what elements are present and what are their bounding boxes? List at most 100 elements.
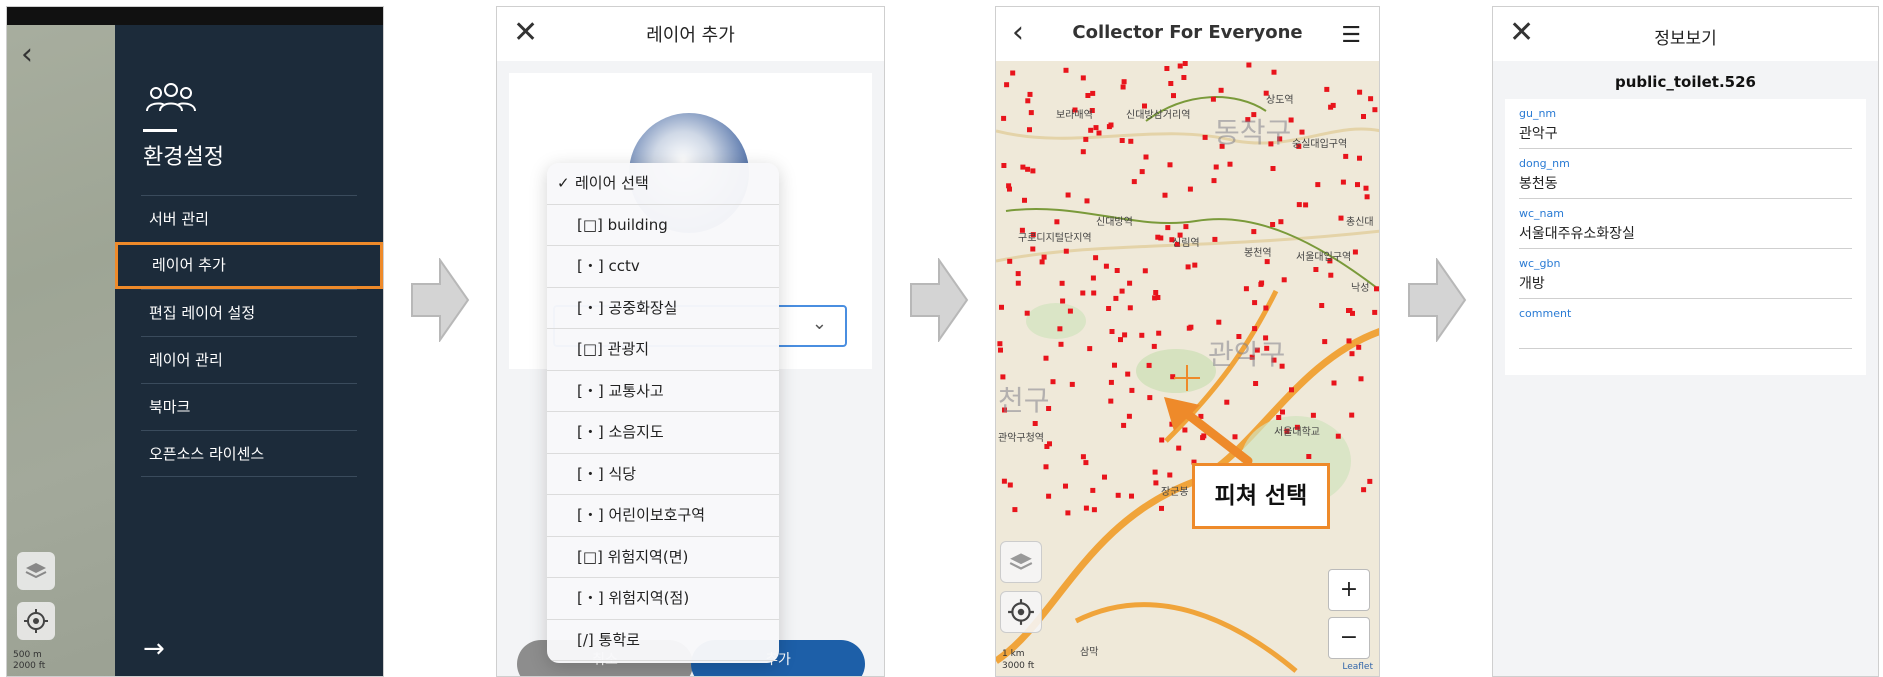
feature-marker[interactable] <box>1015 280 1021 286</box>
zoom-out-button[interactable]: − <box>1328 617 1370 659</box>
feature-marker[interactable] <box>1041 254 1047 260</box>
feature-marker[interactable] <box>1108 379 1114 385</box>
feature-marker[interactable] <box>1087 346 1093 352</box>
feature-marker[interactable] <box>1015 271 1021 277</box>
feature-marker[interactable] <box>1022 197 1027 203</box>
layers-icon[interactable] <box>1000 541 1042 583</box>
feature-marker[interactable] <box>1310 412 1316 418</box>
feature-marker[interactable] <box>1001 478 1007 484</box>
menu-item-bookmark[interactable]: 북마크 <box>141 383 357 430</box>
back-icon[interactable]: ‹ <box>21 37 33 72</box>
feature-marker[interactable] <box>1218 87 1224 93</box>
feature-marker[interactable] <box>1202 134 1208 140</box>
feature-marker[interactable] <box>1328 272 1334 278</box>
menu-item-layer-manage[interactable]: 레이어 관리 <box>141 336 357 383</box>
dropdown-option[interactable]: [・] 소음지도 <box>547 412 779 454</box>
feature-marker[interactable] <box>1355 182 1360 188</box>
feature-marker[interactable] <box>1187 186 1193 192</box>
feature-marker[interactable] <box>1030 246 1036 252</box>
feature-marker[interactable] <box>1216 319 1222 325</box>
dropdown-option[interactable]: [□] 관광지 <box>547 329 779 371</box>
feature-marker[interactable] <box>1065 192 1071 198</box>
feature-marker[interactable] <box>1281 277 1287 283</box>
feature-marker[interactable] <box>1129 493 1134 499</box>
feature-marker[interactable] <box>1289 387 1294 393</box>
feature-marker[interactable] <box>1263 305 1269 311</box>
feature-marker[interactable] <box>1102 474 1107 480</box>
feature-marker[interactable] <box>1349 412 1355 418</box>
feature-marker[interactable] <box>1349 351 1355 357</box>
feature-marker[interactable] <box>1361 487 1367 493</box>
feature-marker[interactable] <box>1027 127 1032 133</box>
feature-marker[interactable] <box>1080 454 1086 460</box>
hamburger-icon[interactable]: ☰ <box>1341 23 1361 48</box>
feature-marker[interactable] <box>1080 149 1086 155</box>
feature-marker[interactable] <box>1253 381 1259 386</box>
feature-marker[interactable] <box>1080 290 1086 296</box>
feature-marker[interactable] <box>1007 258 1013 264</box>
feature-marker[interactable] <box>1146 362 1152 368</box>
feature-marker[interactable] <box>1352 249 1358 255</box>
feature-marker[interactable] <box>1113 295 1119 301</box>
feature-marker[interactable] <box>1088 127 1094 133</box>
feature-marker[interactable] <box>1335 433 1341 439</box>
feature-marker[interactable] <box>1139 332 1145 338</box>
feature-marker[interactable] <box>1156 330 1162 336</box>
feature-marker[interactable] <box>1058 341 1064 347</box>
feature-marker[interactable] <box>1158 235 1164 241</box>
feature-marker[interactable] <box>1278 219 1284 225</box>
feature-marker[interactable] <box>1330 102 1336 108</box>
feature-marker[interactable] <box>1027 91 1033 97</box>
feature-marker[interactable] <box>1252 300 1258 306</box>
feature-marker[interactable] <box>1006 183 1012 189</box>
feature-marker[interactable] <box>1213 164 1219 170</box>
feature-marker[interactable] <box>1343 153 1349 159</box>
feature-marker[interactable] <box>1167 162 1173 168</box>
feature-marker[interactable] <box>1054 219 1060 225</box>
feature-marker[interactable] <box>1358 376 1364 382</box>
feature-marker[interactable] <box>1252 326 1258 332</box>
feature-marker[interactable] <box>1093 255 1099 261</box>
feature-marker[interactable] <box>1151 343 1157 349</box>
feature-marker[interactable] <box>1080 75 1086 81</box>
attribute-value[interactable]: 관악구 <box>1519 123 1558 143</box>
zoom-in-button[interactable]: + <box>1328 569 1370 611</box>
dropdown-option[interactable]: [・] 교통사고 <box>547 371 779 412</box>
feature-marker[interactable] <box>1106 306 1112 311</box>
feature-marker[interactable] <box>1182 61 1188 66</box>
attribute-value[interactable]: 개방 <box>1519 273 1545 293</box>
feature-marker[interactable] <box>1050 379 1056 385</box>
feature-marker[interactable] <box>1091 507 1097 513</box>
layers-icon[interactable] <box>17 552 55 590</box>
feature-marker[interactable] <box>1129 387 1135 393</box>
feature-marker[interactable] <box>1258 281 1264 287</box>
feature-marker[interactable] <box>1319 303 1325 308</box>
feature-marker[interactable] <box>1010 70 1016 76</box>
map-attribution[interactable]: Leaflet <box>1342 662 1373 672</box>
feature-marker[interactable] <box>999 304 1004 310</box>
feature-marker[interactable] <box>1211 178 1217 184</box>
feature-marker[interactable] <box>1063 248 1069 254</box>
feature-marker[interactable] <box>1115 492 1121 498</box>
feature-marker[interactable] <box>1155 295 1161 300</box>
feature-marker[interactable] <box>1142 268 1148 274</box>
feature-marker[interactable] <box>1039 259 1045 265</box>
feature-marker[interactable] <box>1090 487 1096 493</box>
feature-marker[interactable] <box>1119 288 1125 294</box>
dropdown-option[interactable]: [・] 어린이보호구역 <box>547 495 779 537</box>
feature-marker[interactable] <box>1270 222 1276 227</box>
feature-marker[interactable] <box>1164 66 1170 71</box>
feature-marker[interactable] <box>1125 371 1131 377</box>
dropdown-option[interactable]: [□] building <box>547 205 779 246</box>
feature-marker[interactable] <box>1271 69 1277 75</box>
feature-marker[interactable] <box>1001 115 1007 121</box>
feature-marker[interactable] <box>1106 124 1112 130</box>
feature-marker[interactable] <box>1126 413 1132 419</box>
feature-marker[interactable] <box>1181 75 1187 80</box>
feature-marker[interactable] <box>1364 194 1370 200</box>
feature-marker[interactable] <box>1001 163 1007 168</box>
feature-marker[interactable] <box>1331 380 1337 386</box>
feature-marker[interactable] <box>1212 236 1218 242</box>
feature-marker[interactable] <box>1299 129 1305 135</box>
feature-marker[interactable] <box>1306 454 1312 459</box>
